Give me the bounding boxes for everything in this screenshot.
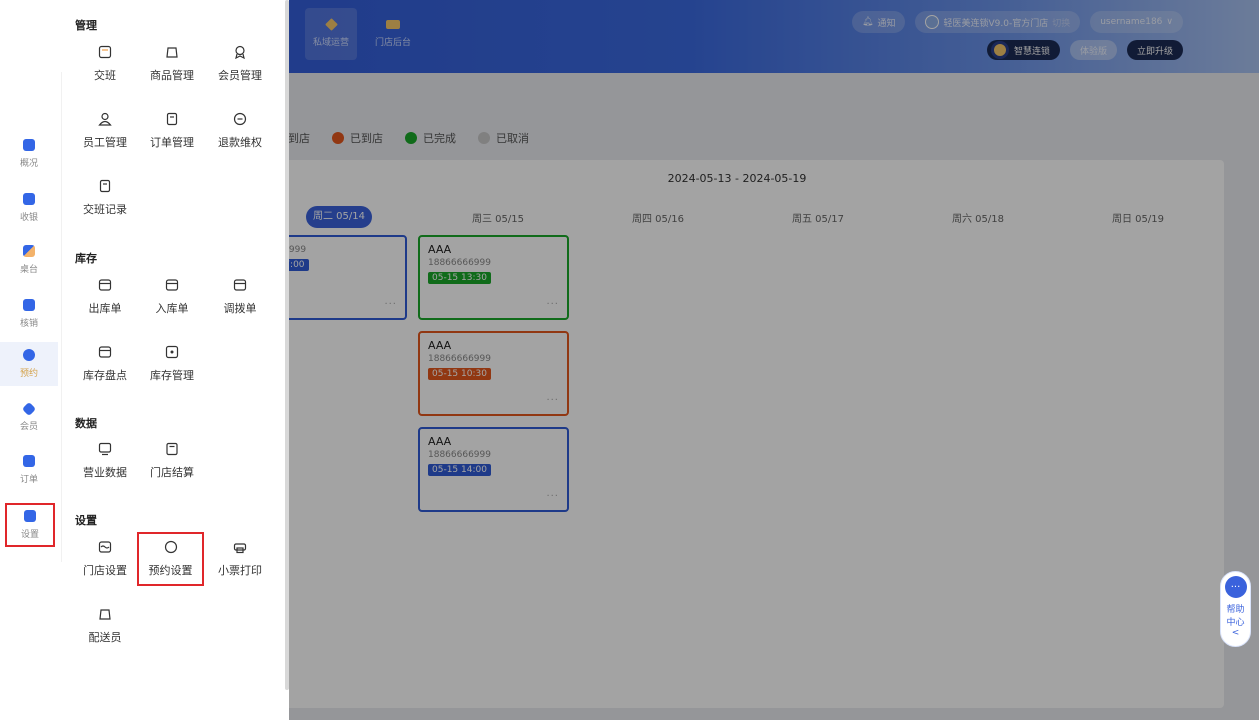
menu-item-member-manage[interactable]: 会员管理	[207, 45, 273, 83]
calculator-icon	[165, 442, 179, 456]
menu-item-inbound[interactable]: 入库单	[139, 278, 205, 316]
menu-item-product-manage[interactable]: 商品管理	[139, 45, 205, 83]
chat-icon: ···	[1224, 576, 1247, 598]
menu-item-booking-settings[interactable]: 预约设置	[137, 532, 204, 586]
inventory-icon	[165, 345, 179, 359]
box-icon	[233, 278, 247, 292]
menu-item-handover[interactable]: 交班	[72, 45, 138, 83]
clipboard-icon	[23, 455, 35, 467]
printer-icon	[233, 540, 247, 554]
rail-item-order[interactable]: 订单	[0, 448, 58, 492]
menu-drawer: 概况 收银 桌台 核销 预约 会员 订单 设置 管理 交班 商品管理 会员管理 …	[0, 0, 289, 720]
diamond-icon	[21, 401, 37, 417]
box-icon	[98, 345, 112, 359]
menu-item-staff-manage[interactable]: 员工管理	[72, 112, 138, 150]
menu-item-refund[interactable]: 退款维权	[207, 112, 273, 150]
courier-icon	[98, 607, 112, 621]
chevron-left-icon: <	[1231, 628, 1240, 638]
badge-icon	[233, 45, 247, 59]
rail-item-table[interactable]: 桌台	[0, 238, 58, 282]
menu-item-business-data[interactable]: 营业数据	[72, 442, 138, 480]
menu-item-handover-record[interactable]: 交班记录	[72, 179, 138, 217]
product-icon	[165, 45, 179, 59]
gear-icon	[24, 510, 36, 522]
cashier-icon	[23, 193, 35, 205]
chart-icon	[23, 139, 35, 151]
clock-icon	[164, 540, 178, 554]
rail-item-settings[interactable]: 设置	[5, 503, 55, 547]
menu-item-store-settlement[interactable]: 门店结算	[139, 442, 205, 480]
section-title-stock: 库存	[75, 252, 97, 265]
rail-item-overview[interactable]: 概况	[0, 132, 58, 176]
menu-item-store-settings[interactable]: 门店设置	[72, 540, 138, 578]
drawer-scrollbar[interactable]	[285, 0, 289, 690]
help-center-button[interactable]: ··· 帮助 中心 <	[1220, 571, 1251, 647]
menu-item-inventory-check[interactable]: 库存盘点	[72, 345, 138, 383]
rail-item-verify[interactable]: 核销	[0, 292, 58, 336]
menu-item-transfer[interactable]: 调拨单	[207, 278, 273, 316]
menu-item-courier[interactable]: 配送员	[72, 607, 138, 645]
clock-icon	[23, 349, 35, 361]
menu-item-outbound[interactable]: 出库单	[72, 278, 138, 316]
rail-item-cashier[interactable]: 收银	[0, 186, 58, 230]
store-icon	[98, 540, 112, 554]
menu-item-receipt-print[interactable]: 小票打印	[207, 540, 273, 578]
handover-icon	[98, 45, 112, 59]
section-title-manage: 管理	[75, 19, 97, 32]
menu-item-inventory-manage[interactable]: 库存管理	[139, 345, 205, 383]
table-icon	[23, 245, 35, 257]
document-icon	[165, 112, 179, 126]
user-icon	[98, 112, 112, 126]
record-icon	[98, 179, 112, 193]
monitor-icon	[98, 442, 112, 456]
section-title-settings: 设置	[75, 514, 97, 527]
box-icon	[98, 278, 112, 292]
rail-item-booking[interactable]: 预约	[0, 342, 58, 386]
menu-item-order-manage[interactable]: 订单管理	[139, 112, 205, 150]
rail-item-member[interactable]: 会员	[0, 396, 58, 440]
box-icon	[165, 278, 179, 292]
refund-icon	[233, 112, 247, 126]
drawer-rail: 概况 收银 桌台 核销 预约 会员 订单 设置	[0, 72, 62, 562]
section-title-data: 数据	[75, 417, 97, 430]
verify-icon	[23, 299, 35, 311]
